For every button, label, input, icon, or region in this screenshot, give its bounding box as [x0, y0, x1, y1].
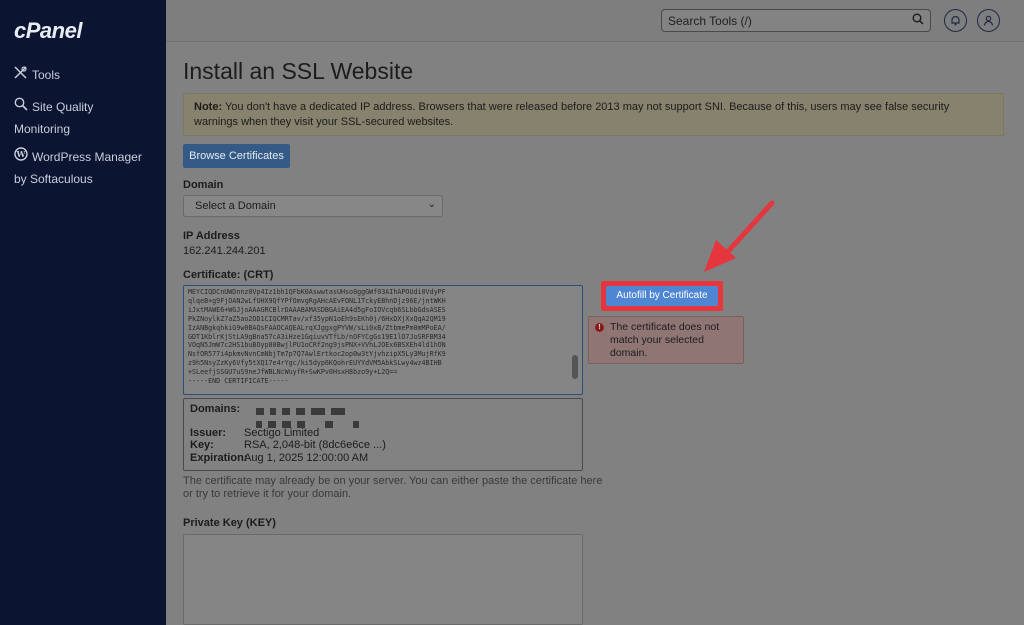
sidebar-item-tools[interactable]: Tools — [14, 64, 60, 86]
sidebar-item-wordpress[interactable]: W WordPress Manager — [14, 146, 142, 168]
bell-icon[interactable] — [944, 9, 967, 32]
autofill-by-certificate-button[interactable]: Autofill by Certificate — [606, 286, 718, 306]
search-placeholder: Search Tools (/) — [668, 14, 752, 28]
certificate-textarea[interactable]: MEYCIQDCnUWDnnz0Vp4Iz1bh1QFbK0AswwtasUHs… — [183, 285, 583, 395]
help-text: The certificate may already be on your s… — [183, 475, 603, 500]
certificate-line: iJxtMAWE6+WGJjoAAAGRCBlrDAAABAMASDBGAiEA… — [188, 305, 446, 314]
tools-icon — [14, 64, 32, 86]
error-message: ! The certificate does not match your se… — [588, 316, 744, 364]
certificate-scrollbar[interactable] — [572, 355, 578, 379]
note-text: You don't have a dedicated IP address. B… — [194, 101, 950, 128]
domain-select-value: Select a Domain — [195, 200, 276, 212]
main-content: Search Tools (/) Install an SSL Website … — [166, 0, 1024, 625]
top-bar: Search Tools (/) — [166, 0, 1024, 42]
expiration-key: Expiration: — [190, 452, 248, 464]
key-value: RSA, 2,048-bit (8dc6e6ce ...) — [244, 439, 386, 451]
domains-key: Domains: — [190, 403, 241, 415]
domain-select[interactable]: Select a Domain ⌄ — [183, 195, 443, 217]
key-key: Key: — [190, 439, 214, 451]
issuer-value: Sectigo Limited — [244, 427, 320, 439]
certificate-line: MEYCIQDCnUWDnnz0Vp4Iz1bh1QFbK0AswwtasUHs… — [188, 288, 446, 296]
certificate-line: GDT1KblrKjStLA9gBna57cA3iHze1GqiuvVTfLb/… — [188, 332, 446, 341]
sidebar-item-label: WordPress Manager — [32, 150, 142, 164]
sidebar-item-label-line2[interactable]: by Softaculous — [14, 168, 93, 190]
certificate-line: -----END CERTIFICATE----- — [188, 377, 289, 386]
issuer-key: Issuer: — [190, 427, 227, 439]
sidebar-item-site-quality[interactable]: Site Quality — [14, 96, 93, 118]
certificate-line: qlqeB+g9FjOAN2wLfUHX9QfYPfOmvgRgAHcAEvFO… — [188, 296, 446, 305]
certificate-line: VOqN5JmW7c2HS1buBOyp80BwjlPU1oCRf2ng9jsP… — [188, 341, 446, 350]
sidebar-item-label-line2[interactable]: Monitoring — [14, 118, 70, 140]
domain-label: Domain — [183, 179, 224, 191]
certificate-line: PkZNoylkZ7aZ5ao2OD1CIQCMRTav/xf35ypN1oEh… — [188, 314, 446, 323]
ip-address-label: IP Address — [183, 230, 240, 242]
certificate-line: z9h5NsyZzKy6Vfy5tXQ17e4rYgc/ki5dyp6KQohr… — [188, 359, 442, 368]
certificate-line: NsfOR577i4pkmvNvnCmNbjTm7p7Q7AwlErtkoc2o… — [188, 350, 446, 359]
magnifier-icon — [14, 96, 32, 118]
error-text: The certificate does not match your sele… — [610, 321, 720, 359]
expiration-value: Aug 1, 2025 12:00:00 AM — [244, 452, 369, 464]
sidebar: cPanel Tools Site Quality Monitoring W W… — [0, 0, 166, 625]
search-icon[interactable] — [912, 13, 924, 28]
certificate-line: +SLeefjSSGU7uS9neJfWBLNcWuyfR+SwKPv0HsxH… — [188, 368, 398, 377]
chevron-down-icon: ⌄ — [427, 199, 436, 210]
autofill-highlight: Autofill by Certificate — [601, 281, 723, 311]
domains-redacted — [256, 405, 351, 417]
ip-address-value: 162.241.244.201 — [183, 245, 266, 257]
search-input[interactable]: Search Tools (/) — [661, 9, 931, 32]
note-banner: Note: You don't have a dedicated IP addr… — [183, 93, 1004, 136]
note-label: Note: — [194, 101, 223, 113]
certificate-details: Domains: Issuer: Sectigo Limited Key: RS… — [183, 398, 583, 471]
user-icon[interactable] — [977, 9, 1000, 32]
cpanel-logo[interactable]: cPanel — [14, 18, 82, 44]
page-title: Install an SSL Website — [183, 58, 414, 84]
private-key-label: Private Key (KEY) — [183, 517, 276, 529]
private-key-textarea[interactable] — [183, 534, 583, 625]
exclamation-icon: ! — [595, 323, 604, 332]
certificate-line: IzANBgkqhkiG9w0BAQsFAAOCAQEALrqXJggxgPYV… — [188, 323, 446, 332]
sidebar-item-label: Tools — [32, 68, 61, 82]
svg-text:W: W — [16, 149, 27, 159]
sidebar-item-label: Site Quality — [32, 100, 94, 114]
certificate-label: Certificate: (CRT) — [183, 269, 274, 281]
wordpress-icon: W — [14, 146, 32, 168]
browse-certificates-button[interactable]: Browse Certificates — [183, 144, 290, 168]
